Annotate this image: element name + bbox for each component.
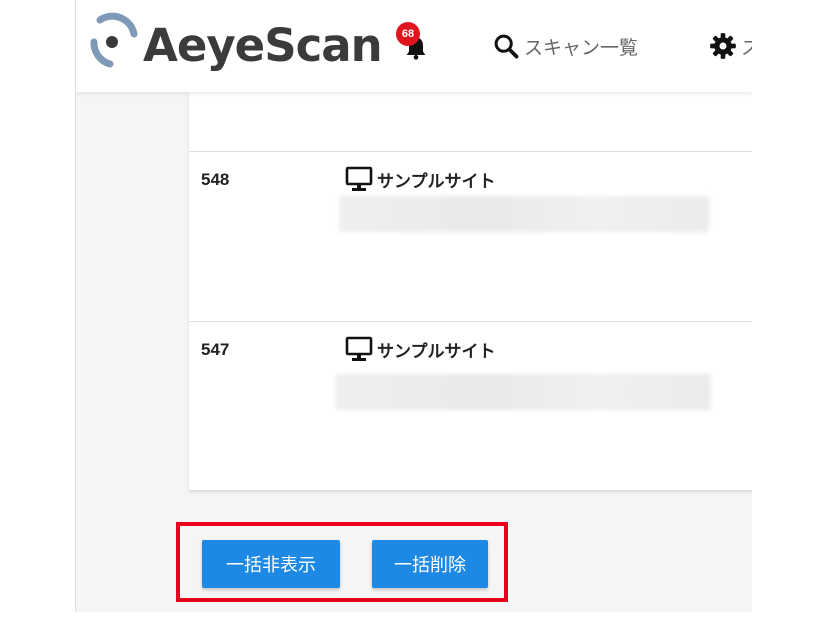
nav-scan-list[interactable]: スキャン一覧 — [492, 30, 638, 62]
notification-button[interactable]: 68 — [396, 20, 436, 64]
scan-list-card: 548 サンプルサイト 547 サンプルサイト — [189, 92, 752, 490]
gear-icon — [710, 33, 736, 59]
site-name: サンプルサイト — [377, 341, 496, 362]
app-window: AeyeScan 68 スキャン一覧 548 サンプルサイト 547 サンプルサ… — [75, 0, 752, 612]
redacted-url — [339, 196, 709, 232]
table-row[interactable]: 547 サンプルサイト — [189, 321, 752, 491]
row-id: 547 — [201, 340, 230, 359]
row-site[interactable]: サンプルサイト — [345, 166, 496, 192]
nav-settings-label: ス — [741, 33, 752, 60]
monitor-icon — [345, 166, 373, 191]
notification-badge: 68 — [396, 22, 420, 46]
nav-scan-label: スキャン一覧 — [524, 36, 639, 59]
bulk-hide-button[interactable]: 一括非表示 — [202, 540, 340, 588]
site-name: サンプルサイト — [377, 171, 496, 192]
app-logo-text: AeyeScan — [143, 19, 383, 72]
row-id: 548 — [201, 170, 230, 189]
bulk-delete-button[interactable]: 一括削除 — [372, 540, 488, 588]
aeyescan-logo-icon — [90, 12, 138, 68]
app-header: AeyeScan 68 スキャン一覧 — [76, 0, 752, 92]
table-row[interactable]: 548 サンプルサイト — [189, 151, 752, 322]
row-site[interactable]: サンプルサイト — [345, 336, 496, 362]
redacted-url — [335, 374, 711, 410]
search-icon — [494, 34, 519, 59]
nav-settings[interactable]: ス — [709, 30, 752, 62]
monitor-icon — [345, 336, 373, 361]
